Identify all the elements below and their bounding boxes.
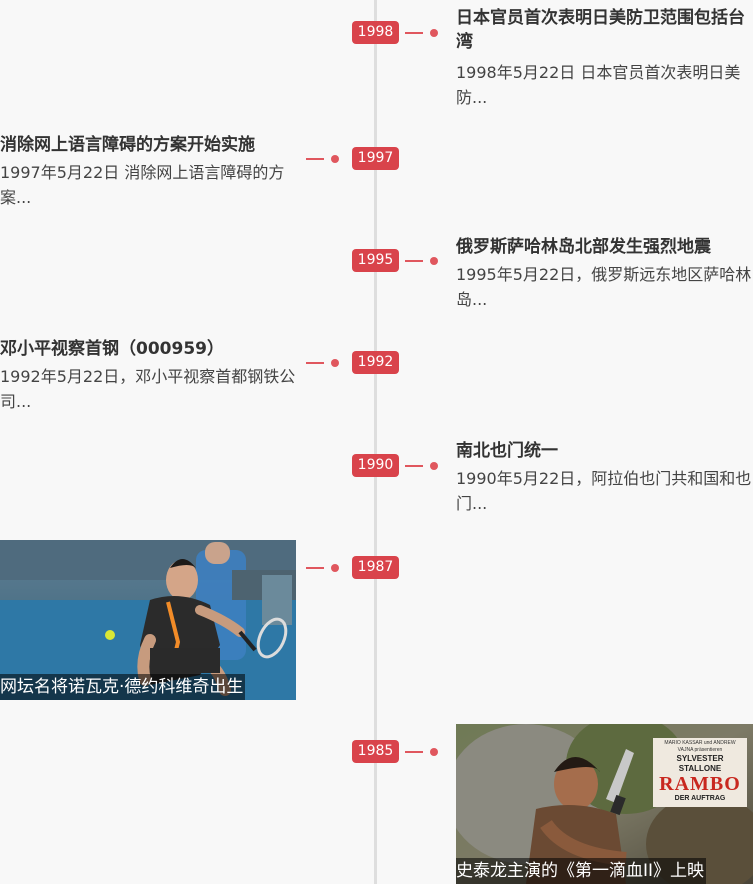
connector-dot [430, 29, 438, 37]
connector-line [306, 567, 324, 569]
event-summary: 1992年5月22日，邓小平视察首都钢铁公司... [0, 367, 296, 411]
timeline-entry-1987: 1987 网坛名将诺瓦克·德约科维奇出生 [0, 540, 753, 700]
poster-presenter-line: MARIO KASSAR und ANDREW VAJNA präsentier… [664, 740, 736, 753]
event-card[interactable]: 邓小平视察首钢（000959） 1992年5月22日，邓小平视察首都钢铁公司..… [0, 337, 296, 414]
timeline-entry-1985: 1985 MARIO KASSAR und ANDREW VAJNA präse… [0, 724, 753, 884]
poster-title-block: MARIO KASSAR und ANDREW VAJNA präsentier… [653, 738, 747, 807]
connector-dot [430, 462, 438, 470]
event-title[interactable]: 日本官员首次表明日美防卫范围包括台湾 [456, 6, 752, 54]
connector-line [405, 465, 423, 467]
poster-star-name: SYLVESTER STALLONE [676, 754, 724, 773]
event-photo-card[interactable]: MARIO KASSAR und ANDREW VAJNA präsentier… [456, 724, 753, 884]
event-title[interactable]: 俄罗斯萨哈林岛北部发生强烈地震 [456, 235, 752, 259]
year-badge: 1987 [352, 556, 399, 579]
timeline-entry-1990: 1990 南北也门统一 1990年5月22日，阿拉伯也门共和国和也门... [0, 441, 753, 513]
timeline-entry-1998: 1998 日本官员首次表明日美防卫范围包括台湾 1998年5月22日 日本官员首… [0, 8, 753, 107]
connector-dot [430, 257, 438, 265]
timeline-entry-1997: 1997 消除网上语言障碍的方案开始实施 1997年5月22日 消除网上语言障碍… [0, 135, 753, 207]
event-photo-card[interactable]: 网坛名将诺瓦克·德约科维奇出生 [0, 540, 296, 700]
year-badge: 1998 [352, 21, 399, 44]
connector-dot [331, 155, 339, 163]
connector-line [306, 158, 324, 160]
connector-line [405, 32, 423, 34]
event-title[interactable]: 消除网上语言障碍的方案开始实施 [0, 133, 296, 157]
connector-line [306, 362, 324, 364]
timeline-entry-1995: 1995 俄罗斯萨哈林岛北部发生强烈地震 1995年5月22日，俄罗斯远东地区萨… [0, 237, 753, 309]
poster-subtitle: DER AUFTRAG [674, 795, 726, 802]
event-summary: 1995年5月22日，俄罗斯远东地区萨哈林岛... [456, 265, 752, 309]
connector-line [405, 751, 423, 753]
event-card[interactable]: 日本官员首次表明日美防卫范围包括台湾 1998年5月22日 日本官员首次表明日美… [456, 6, 752, 110]
event-card[interactable]: 俄罗斯萨哈林岛北部发生强烈地震 1995年5月22日，俄罗斯远东地区萨哈林岛..… [456, 235, 752, 312]
event-summary: 1997年5月22日 消除网上语言障碍的方案... [0, 163, 285, 207]
timeline-entry-1992: 1992 邓小平视察首钢（000959） 1992年5月22日，邓小平视察首都钢… [0, 339, 753, 411]
photo-caption[interactable]: 史泰龙主演的《第一滴血II》上映 [456, 858, 707, 884]
year-badge: 1997 [352, 147, 399, 170]
connector-dot [430, 748, 438, 756]
connector-dot [331, 359, 339, 367]
event-card[interactable]: 南北也门统一 1990年5月22日，阿拉伯也门共和国和也门... [456, 439, 752, 516]
year-badge: 1985 [352, 740, 399, 763]
connector-dot [331, 564, 339, 572]
event-summary: 1998年5月22日 日本官员首次表明日美防... [456, 63, 741, 107]
year-badge: 1995 [352, 249, 399, 272]
event-title[interactable]: 南北也门统一 [456, 439, 752, 463]
year-badge: 1992 [352, 351, 399, 374]
connector-line [405, 260, 423, 262]
year-badge: 1990 [352, 454, 399, 477]
photo-caption[interactable]: 网坛名将诺瓦克·德约科维奇出生 [0, 674, 246, 700]
event-title[interactable]: 邓小平视察首钢（000959） [0, 337, 296, 361]
event-card[interactable]: 消除网上语言障碍的方案开始实施 1997年5月22日 消除网上语言障碍的方案..… [0, 133, 296, 210]
poster-movie-title: RAMBO [659, 773, 741, 795]
event-summary: 1990年5月22日，阿拉伯也门共和国和也门... [456, 469, 752, 513]
